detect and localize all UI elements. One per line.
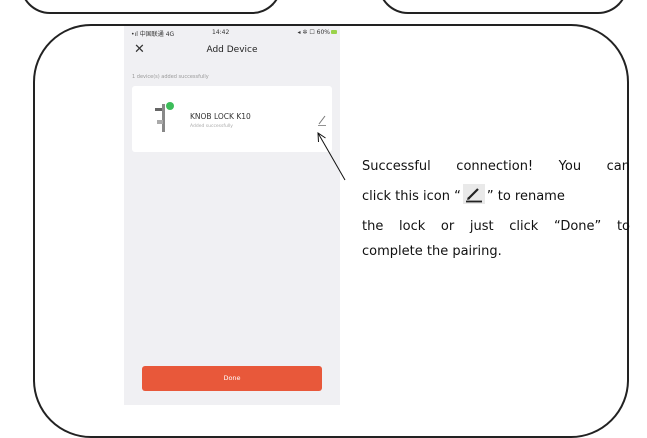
nav-bar: ✕ Add Device	[124, 40, 340, 62]
device-status: Added successfully	[190, 124, 233, 129]
status-time: 14:42	[212, 29, 230, 36]
status-bar: •ıl 中国联通 4G 14:42 ◂ ✲ ☐ 60%	[124, 26, 340, 40]
edit-pencil-icon[interactable]	[317, 114, 327, 126]
instruction-line-2-end: ” to rename	[486, 189, 565, 204]
instruction-line-2: click this icon “ ” to rename	[362, 182, 630, 212]
carrier-text: •ıl 中国联通 4G	[131, 31, 175, 38]
battery-text: ◂ ✲ ☐ 60%	[297, 29, 330, 36]
instruction-line-3: the lock or just click “Done” to	[362, 219, 630, 234]
instruction-line-2-start: click this icon “	[362, 189, 461, 204]
device-name: KNOB LOCK K10	[190, 112, 251, 121]
edit-pencil-icon	[462, 184, 485, 204]
instruction-line-4: complete the pairing.	[362, 244, 502, 259]
status-dot-icon	[166, 102, 174, 110]
previous-panel-right	[378, 0, 628, 14]
lock-icon	[154, 102, 174, 138]
section-label: 1 device(s) added successfully	[132, 74, 209, 80]
device-card[interactable]: KNOB LOCK K10 Added successfully	[132, 86, 332, 152]
page-title: Add Device	[206, 45, 258, 55]
phone-screenshot: •ıl 中国联通 4G 14:42 ◂ ✲ ☐ 60% ✕ Add Device…	[124, 26, 340, 405]
instruction-line-1: Successful connection! You can	[362, 159, 630, 174]
previous-panel-left	[20, 0, 282, 14]
instruction-text: Successful connection! You can click thi…	[362, 152, 630, 262]
done-button[interactable]: Done	[142, 366, 322, 391]
battery-icon	[331, 30, 337, 34]
